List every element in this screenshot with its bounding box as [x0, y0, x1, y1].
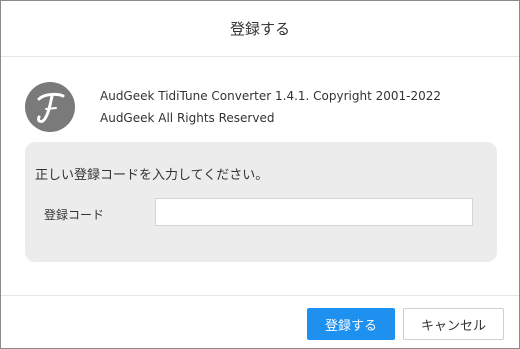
about-text: AudGeek TidiTune Converter 1.4.1. Copyri…	[100, 85, 441, 129]
tiditune-logo-icon	[25, 82, 75, 132]
footer-divider	[1, 295, 519, 296]
registration-panel: 正しい登録コードを入力してください。 登録コード	[25, 142, 497, 262]
version-copyright-text: AudGeek TidiTune Converter 1.4.1. Copyri…	[100, 89, 442, 103]
dialog-title: 登録する	[229, 20, 290, 38]
register-button[interactable]: 登録する	[307, 308, 395, 340]
cancel-button[interactable]: キャンセル	[403, 308, 504, 340]
register-dialog: 登録する AudGeek TidiTune Converter 1.4.1. C…	[0, 0, 520, 349]
registration-code-label: 登録コード	[44, 208, 105, 222]
registration-code-input[interactable]	[155, 198, 473, 226]
registration-prompt: 正しい登録コードを入力してください。	[35, 168, 269, 183]
about-section: AudGeek TidiTune Converter 1.4.1. Copyri…	[25, 82, 441, 132]
rights-text: AudGeek All Rights Reserved	[100, 111, 275, 125]
dialog-titlebar: 登録する	[1, 1, 519, 57]
